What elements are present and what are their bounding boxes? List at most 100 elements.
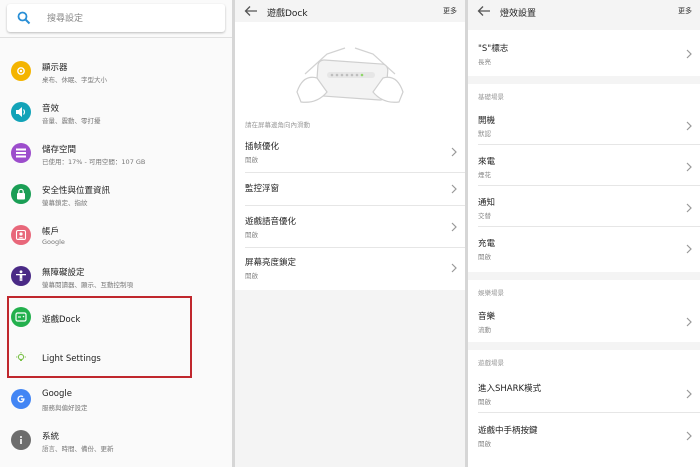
back-arrow-icon[interactable]: [477, 5, 491, 17]
settings-item-subtitle: Google: [42, 238, 65, 246]
dock-item-voice-optimize[interactable]: 遊戲語音優化 開啟: [235, 215, 465, 255]
item-label: 通知: [478, 198, 496, 208]
info-icon: [11, 430, 31, 450]
item-subtitle: 開啟: [478, 440, 491, 448]
chevron-right-icon: [686, 203, 692, 213]
settings-panel: 搜尋設定 顯示器 桌布、休眠、字型大小 音效 音量、震動、零打擾 儲存空間 已使…: [0, 0, 232, 467]
dock-item-monitor-float[interactable]: 監控浮窗: [235, 182, 465, 216]
light-item-music[interactable]: 音樂 流動: [468, 310, 700, 340]
item-subtitle: 長亮: [478, 58, 491, 66]
more-menu[interactable]: 更多: [443, 6, 457, 16]
item-subtitle: 開啟: [245, 272, 258, 280]
settings-item-label: 儲存空間: [42, 145, 77, 155]
item-subtitle: 開啟: [478, 253, 491, 261]
game-dock-panel: 遊戲Dock 更多 請在屏幕邊角向內滑動 插帧優化 開啟 監控浮窗 遊戲語音優化…: [235, 0, 465, 467]
settings-item-security[interactable]: 安全性與位置資訊 螢幕鎖定、指紋: [0, 175, 232, 216]
settings-item-label: 系統: [42, 432, 60, 442]
brightness-icon: [11, 61, 31, 81]
settings-item-label: 安全性與位置資訊: [42, 186, 111, 196]
media-scene-card: 娛樂場景 音樂 流動: [468, 280, 700, 342]
settings-item-subtitle: 螢幕鎖定、指紋: [42, 199, 88, 207]
app-bar: 燈效設置 更多: [468, 0, 700, 22]
google-icon: [11, 389, 31, 409]
divider: [478, 144, 700, 145]
settings-item-display[interactable]: 顯示器 桌布、休眠、字型大小: [0, 52, 232, 93]
page-title: 燈效設置: [500, 9, 537, 19]
more-menu[interactable]: 更多: [678, 6, 692, 16]
page-title: 遊戲Dock: [267, 9, 308, 19]
item-subtitle: 交替: [478, 212, 491, 220]
chevron-right-icon: [686, 317, 692, 327]
divider: [245, 247, 465, 248]
light-item-s-logo[interactable]: "S"標志 長亮: [468, 42, 700, 68]
settings-item-label: 音效: [42, 104, 60, 114]
light-item-incoming-call[interactable]: 來電 煙花: [468, 155, 700, 185]
game-scene-card: 遊戲場景 進入SHARK模式 開啟 遊戲中手柄按鍵 開啟: [468, 350, 700, 467]
settings-item-accounts[interactable]: 帳戶 Google: [0, 216, 232, 257]
settings-item-label: 帳戶: [42, 227, 60, 237]
settings-item-subtitle: 已使用：17% - 可用空間：107 GB: [42, 158, 146, 166]
divider: [478, 226, 700, 227]
divider: [0, 37, 232, 38]
light-item-charging[interactable]: 充電 開啟: [468, 237, 700, 267]
chevron-right-icon: [686, 162, 692, 172]
chevron-right-icon: [686, 49, 692, 59]
item-subtitle: 開啟: [245, 231, 258, 239]
item-subtitle: 開啟: [478, 398, 491, 406]
item-subtitle: 煙花: [478, 171, 491, 179]
chevron-right-icon: [686, 389, 692, 399]
chevron-right-icon: [451, 147, 457, 157]
settings-item-system[interactable]: 系統 語言、時間、備份、更新: [0, 421, 232, 462]
item-subtitle: 開啟: [245, 156, 258, 164]
item-label: 充電: [478, 239, 496, 249]
settings-item-subtitle: 服務與偏好設定: [42, 404, 88, 412]
item-label: 來電: [478, 157, 496, 167]
lock-icon: [11, 184, 31, 204]
item-label: 監控浮窗: [245, 184, 280, 194]
settings-item-label: 無障礙設定: [42, 268, 85, 278]
light-settings-panel: 燈效設置 更多 "S"標志 長亮 基礎場景 開機 默認 來電 煙花 通知 交替: [468, 0, 700, 467]
volume-icon: [11, 102, 31, 122]
settings-item-label: 顯示器: [42, 63, 68, 73]
divider: [245, 172, 465, 173]
app-bar: 遊戲Dock 更多: [235, 0, 465, 22]
light-item-notification[interactable]: 通知 交替: [468, 196, 700, 226]
chevron-right-icon: [686, 121, 692, 131]
dock-item-frame-interpolation[interactable]: 插帧優化 開啟: [235, 140, 465, 180]
item-subtitle: 流動: [478, 326, 491, 334]
dock-item-brightness-lock[interactable]: 屏幕亮度鎖定 開啟: [235, 256, 465, 290]
settings-item-google[interactable]: Google 服務與偏好設定: [0, 380, 232, 421]
item-label: 遊戲語音優化: [245, 217, 297, 227]
light-item-shark-mode[interactable]: 進入SHARK模式 開啟: [468, 382, 700, 412]
section-header: 娛樂場景: [478, 289, 504, 297]
phone-gesture-illustration: [296, 47, 404, 103]
section-header: 基礎場景: [478, 93, 504, 101]
section-header: 遊戲場景: [478, 359, 504, 367]
item-label: 屏幕亮度鎖定: [245, 258, 297, 268]
logo-card: "S"標志 長亮: [468, 30, 700, 76]
dock-card: 請在屏幕邊角向內滑動 插帧優化 開啟 監控浮窗 遊戲語音優化 開啟 屏幕亮度鎖定…: [235, 22, 465, 290]
item-label: 音樂: [478, 312, 496, 322]
item-subtitle: 默認: [478, 130, 491, 138]
chevron-right-icon: [451, 263, 457, 273]
search-icon: [17, 11, 31, 25]
settings-item-subtitle: 語言、時間、備份、更新: [42, 445, 114, 453]
divider: [245, 205, 465, 206]
settings-item-storage[interactable]: 儲存空間 已使用：17% - 可用空間：107 GB: [0, 134, 232, 175]
item-label: 進入SHARK模式: [478, 384, 542, 394]
settings-item-accessibility[interactable]: 無障礙設定 螢幕閱讀器、顯示、互動控制項: [0, 257, 232, 298]
divider: [478, 412, 700, 413]
back-arrow-icon[interactable]: [244, 5, 258, 17]
settings-item-subtitle: 螢幕閱讀器、顯示、互動控制項: [42, 281, 133, 289]
chevron-right-icon: [686, 244, 692, 254]
settings-item-sound[interactable]: 音效 音量、震動、零打擾: [0, 93, 232, 134]
search-bar[interactable]: 搜尋設定: [7, 4, 225, 32]
light-item-gamepad-keys[interactable]: 遊戲中手柄按鍵 開啟: [468, 424, 700, 454]
account-icon: [11, 225, 31, 245]
light-item-boot[interactable]: 開機 默認: [468, 114, 700, 144]
item-label: 開機: [478, 116, 496, 126]
section-header: 請在屏幕邊角向內滑動: [245, 121, 310, 129]
search-input[interactable]: 搜尋設定: [47, 11, 83, 24]
basic-scene-card: 基礎場景 開機 默認 來電 煙花 通知 交替 充電 開啟: [468, 84, 700, 272]
item-label: 插帧優化: [245, 142, 280, 152]
